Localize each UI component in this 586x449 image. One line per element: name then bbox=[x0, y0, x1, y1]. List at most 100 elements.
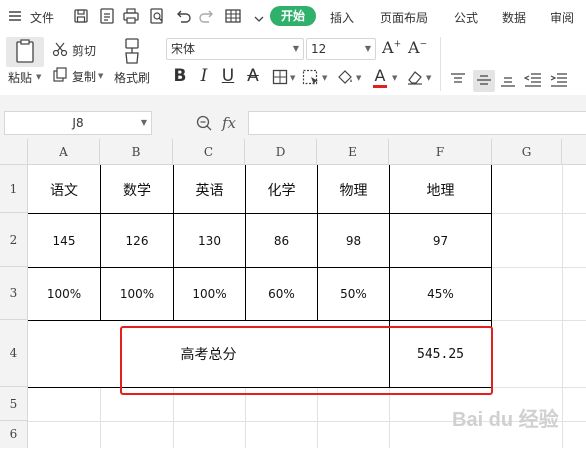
cell-d2[interactable]: 86 bbox=[246, 214, 317, 267]
decrease-indent-icon[interactable] bbox=[523, 73, 542, 90]
format-painter-button[interactable]: 格式刷 bbox=[114, 69, 150, 86]
cell-d1[interactable]: 化学 bbox=[246, 166, 317, 213]
cell-f2[interactable]: 97 bbox=[390, 214, 491, 267]
tab-insert[interactable]: 插入 bbox=[330, 9, 354, 26]
spreadsheet-grid: A B C D E F G 1 2 3 4 5 6 语文 数学 英语 化学 物理… bbox=[0, 139, 586, 448]
ribbon-toolbar: 粘贴 ▼ 剪切 复制 ▼ 格式刷 宋体 ▼ 12 ▼ A+ A− B I U A… bbox=[0, 33, 586, 118]
increase-indent-icon[interactable] bbox=[550, 73, 568, 90]
font-size-value: 12 bbox=[311, 42, 327, 56]
tab-start[interactable]: 开始 bbox=[270, 6, 316, 26]
column-header-e[interactable]: E bbox=[317, 139, 389, 165]
cell-c2[interactable]: 130 bbox=[174, 214, 245, 267]
column-header-f[interactable]: F bbox=[389, 139, 492, 165]
baidu-watermark: Bai du 经验 bbox=[452, 394, 582, 444]
tab-data[interactable]: 数据 bbox=[502, 9, 526, 26]
select-all-corner[interactable] bbox=[0, 139, 28, 165]
row-header-3[interactable]: 3 bbox=[0, 267, 28, 320]
name-box-dropdown-icon[interactable]: ▼ bbox=[141, 112, 147, 134]
file-menu[interactable]: 文件 bbox=[30, 9, 54, 26]
copy-button[interactable]: 复制 bbox=[72, 68, 96, 85]
gridline bbox=[492, 387, 586, 388]
bold-button[interactable]: B bbox=[170, 66, 190, 86]
name-box[interactable]: J8 ▼ bbox=[4, 111, 152, 135]
row-header-6[interactable]: 6 bbox=[0, 421, 28, 448]
cell-e2[interactable]: 98 bbox=[318, 214, 389, 267]
column-header-h[interactable] bbox=[562, 139, 586, 165]
font-color-button[interactable]: A bbox=[372, 66, 388, 88]
redo-icon[interactable] bbox=[198, 7, 216, 25]
grow-font-icon[interactable]: A+ bbox=[382, 38, 401, 57]
underline-button[interactable]: U bbox=[218, 66, 238, 86]
menu-bar: 文件 开始 插入 页面布局 公式 数据 审阅 bbox=[0, 0, 586, 33]
border-icon[interactable] bbox=[272, 69, 288, 88]
border-dropdown-icon[interactable]: ▼ bbox=[290, 74, 295, 82]
align-middle-icon[interactable] bbox=[476, 73, 492, 90]
column-header-g[interactable]: G bbox=[492, 139, 562, 165]
cell-a3[interactable]: 100% bbox=[28, 268, 100, 320]
print-preview-icon[interactable] bbox=[148, 7, 166, 25]
row-header-5[interactable]: 5 bbox=[0, 387, 28, 421]
column-header-c[interactable]: C bbox=[173, 139, 245, 165]
paste-label[interactable]: 粘贴 bbox=[8, 69, 32, 86]
font-color-dropdown-icon[interactable]: ▼ bbox=[392, 74, 397, 82]
cell-c3[interactable]: 100% bbox=[174, 268, 245, 320]
cell-b1[interactable]: 数学 bbox=[101, 166, 173, 213]
cell-style-icon[interactable] bbox=[302, 69, 320, 88]
font-name-dropdown-icon[interactable]: ▼ bbox=[293, 39, 299, 59]
cell-f3[interactable]: 45% bbox=[390, 268, 491, 320]
print-icon[interactable] bbox=[122, 7, 140, 25]
name-box-value: J8 bbox=[72, 116, 84, 130]
cell-b2[interactable]: 126 bbox=[101, 214, 173, 267]
column-header-d[interactable]: D bbox=[245, 139, 317, 165]
align-top-icon[interactable] bbox=[450, 73, 466, 90]
row-header-1[interactable]: 1 bbox=[0, 165, 28, 213]
fx-icon[interactable]: fx bbox=[222, 114, 236, 132]
undo-icon[interactable] bbox=[174, 7, 192, 25]
cell-a1[interactable]: 语文 bbox=[28, 166, 100, 213]
cell-e1[interactable]: 物理 bbox=[318, 166, 389, 213]
tab-formulas[interactable]: 公式 bbox=[454, 9, 478, 26]
column-header-a[interactable]: A bbox=[28, 139, 100, 165]
tab-page-layout[interactable]: 页面布局 bbox=[380, 9, 428, 26]
cut-button[interactable]: 剪切 bbox=[72, 42, 96, 59]
strikethrough-button[interactable]: A bbox=[243, 66, 263, 86]
table-style-icon[interactable] bbox=[224, 7, 242, 25]
font-size-dropdown-icon[interactable]: ▼ bbox=[365, 39, 371, 59]
toolbar-separator bbox=[0, 95, 586, 109]
format-painter-icon[interactable] bbox=[120, 37, 144, 68]
gridline bbox=[100, 387, 101, 448]
ribbon-divider bbox=[440, 37, 441, 91]
paste-button[interactable] bbox=[6, 37, 44, 67]
zoom-search-icon[interactable] bbox=[196, 115, 212, 134]
align-bottom-icon[interactable] bbox=[500, 73, 516, 90]
tab-review[interactable]: 审阅 bbox=[550, 9, 574, 26]
more-chevron-icon[interactable] bbox=[254, 12, 264, 26]
cell-d3[interactable]: 60% bbox=[246, 268, 317, 320]
save-icon[interactable] bbox=[72, 7, 90, 25]
column-header-b[interactable]: B bbox=[100, 139, 173, 165]
font-size-select[interactable]: 12 ▼ bbox=[306, 38, 376, 60]
italic-button[interactable]: I bbox=[194, 66, 214, 86]
cell-style-dropdown-icon[interactable]: ▼ bbox=[322, 74, 327, 82]
row-header-2[interactable]: 2 bbox=[0, 213, 28, 267]
fill-color-dropdown-icon[interactable]: ▼ bbox=[356, 74, 361, 82]
hamburger-icon[interactable] bbox=[8, 9, 22, 26]
paste-dropdown-icon[interactable]: ▼ bbox=[36, 73, 41, 81]
formula-bar: J8 ▼ fx bbox=[0, 109, 586, 139]
clear-format-dropdown-icon[interactable]: ▼ bbox=[426, 74, 431, 82]
copy-icon[interactable] bbox=[52, 67, 68, 86]
cell-c1[interactable]: 英语 bbox=[174, 166, 245, 213]
shrink-font-icon[interactable]: A− bbox=[408, 38, 427, 57]
formula-input[interactable] bbox=[248, 111, 586, 135]
cut-icon[interactable] bbox=[52, 41, 68, 60]
cell-a2[interactable]: 145 bbox=[28, 214, 100, 267]
cell-b3[interactable]: 100% bbox=[101, 268, 173, 320]
font-name-select[interactable]: 宋体 ▼ bbox=[166, 38, 304, 60]
export-pdf-icon[interactable] bbox=[98, 7, 116, 25]
clear-format-icon[interactable] bbox=[406, 69, 424, 88]
copy-dropdown-icon[interactable]: ▼ bbox=[98, 72, 103, 80]
fill-color-icon[interactable] bbox=[336, 69, 354, 88]
cell-f1[interactable]: 地理 bbox=[390, 166, 491, 213]
cell-e3[interactable]: 50% bbox=[318, 268, 389, 320]
row-header-4[interactable]: 4 bbox=[0, 320, 28, 387]
